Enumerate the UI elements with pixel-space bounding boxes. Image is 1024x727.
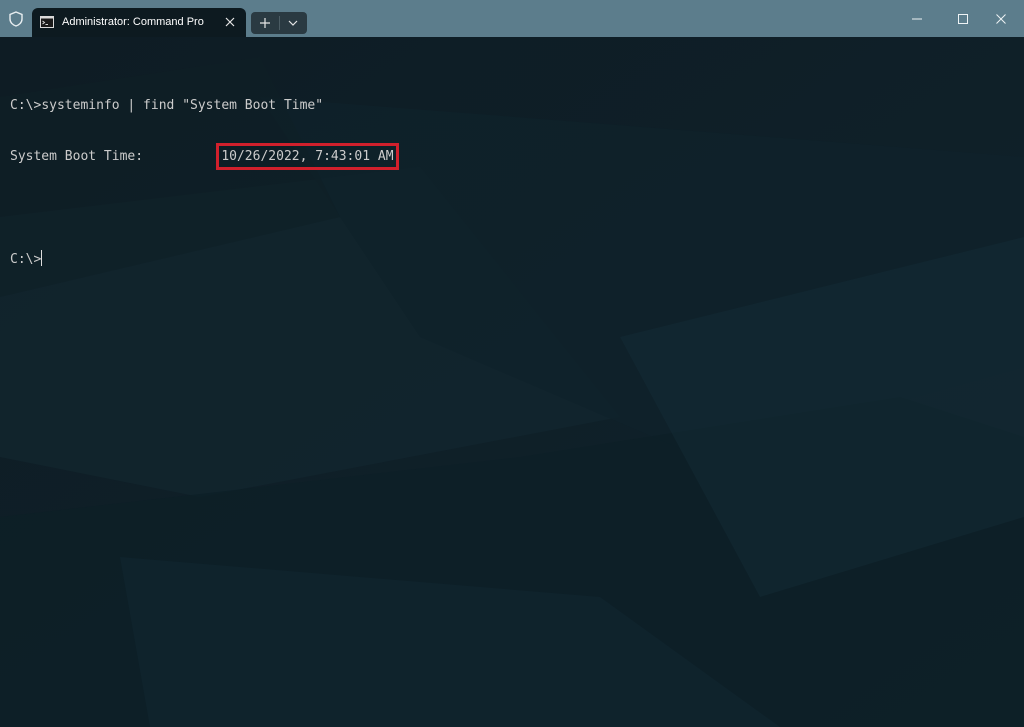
close-tab-icon[interactable] xyxy=(224,16,236,28)
maximize-icon xyxy=(958,14,968,24)
title-bar: Administrator: Command Pro xyxy=(0,0,1024,37)
prompt-line[interactable]: C:\> xyxy=(10,250,394,267)
terminal-output: C:\>systeminfo | find "System Boot Time"… xyxy=(10,63,399,301)
shield-icon xyxy=(9,11,23,27)
minimize-button[interactable] xyxy=(894,0,940,37)
terminal-area[interactable]: C:\>systeminfo | find "System Boot Time"… xyxy=(0,37,1024,727)
output-line: System Boot Time: 10/26/2022, 7:43:01 AM xyxy=(10,143,399,170)
new-tab-group xyxy=(251,12,307,34)
close-window-button[interactable] xyxy=(978,0,1024,37)
output-label: System Boot Time: xyxy=(10,149,222,164)
command-text: systeminfo | find "System Boot Time" xyxy=(41,98,324,113)
cmd-icon xyxy=(40,16,54,28)
prompt: C:\> xyxy=(10,98,42,113)
terminal-window: Administrator: Command Pro C:\>systeminf… xyxy=(0,0,1024,727)
boot-time-value: 10/26/2022, 7:43:01 AM xyxy=(216,143,399,170)
tab-dropdown-button[interactable] xyxy=(279,12,307,34)
minimize-icon xyxy=(912,18,922,20)
prompt: C:\> xyxy=(10,252,42,267)
chevron-down-icon xyxy=(288,20,298,26)
text-cursor xyxy=(41,250,43,266)
tab-command-prompt[interactable]: Administrator: Command Pro xyxy=(32,8,246,37)
close-icon xyxy=(996,14,1006,24)
tab-title: Administrator: Command Pro xyxy=(62,16,204,28)
command-line: C:\>systeminfo | find "System Boot Time" xyxy=(10,97,394,114)
new-tab-button[interactable] xyxy=(251,12,279,34)
plus-icon xyxy=(260,18,270,28)
